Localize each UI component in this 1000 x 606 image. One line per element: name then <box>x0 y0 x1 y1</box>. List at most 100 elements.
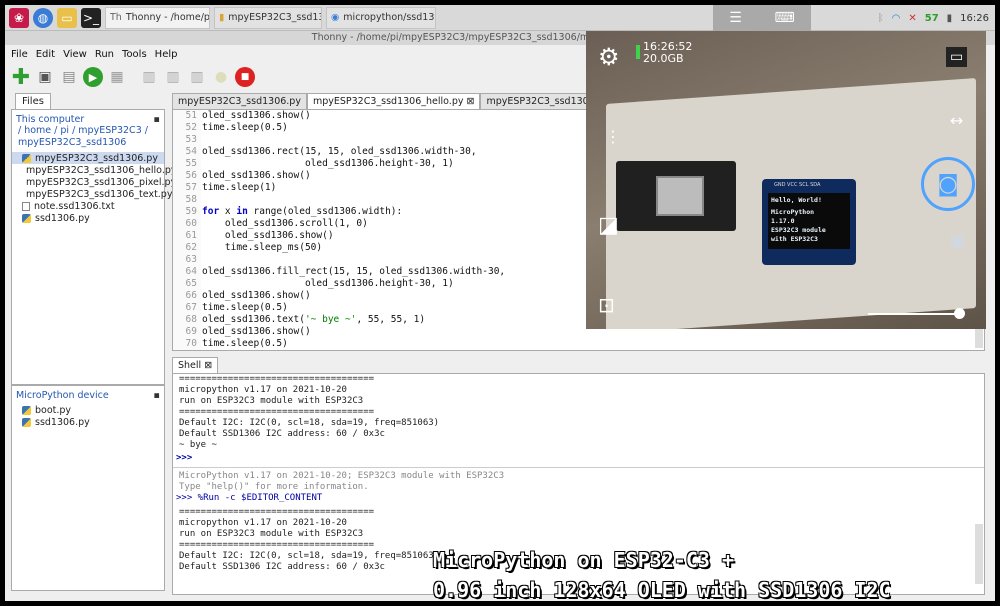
run-icon[interactable]: ▶ <box>83 67 103 87</box>
exposure-icon[interactable]: ◪ <box>598 213 619 238</box>
line-number: 61 <box>185 230 197 241</box>
step-into-icon[interactable]: ▥ <box>163 67 183 87</box>
task-folder[interactable]: ▮ mpyESP32C3_ssd13... <box>214 6 322 29</box>
path-breadcrumb-folder[interactable]: mpyESP32C3_ssd1306 <box>12 137 164 149</box>
chromium-icon: ◉ <box>331 12 340 23</box>
path-breadcrumb[interactable]: / home / pi / mpyESP32C3 / <box>12 125 164 137</box>
more-options-icon[interactable]: ⋮ <box>605 127 621 146</box>
terminal-icon[interactable]: >_ <box>81 7 101 28</box>
menu-run[interactable]: Run <box>95 49 114 60</box>
line-number: 58 <box>185 194 197 205</box>
task-label: Thonny - /home/pi/... <box>125 12 210 23</box>
panel-menu-icon[interactable]: ▪ <box>154 114 160 125</box>
line-number: 67 <box>185 302 197 313</box>
system-tray: ᛒ ◠ ✕ 57 ▮ 16:26 <box>878 5 989 31</box>
editor-tabs: mpyESP32C3_ssd1306.py mpyESP32C3_ssd1306… <box>172 93 670 109</box>
task-browser[interactable]: ◉ micropython/ssd130... <box>326 6 436 29</box>
shell-line: micropython v1.17 on 2021-10-20 <box>179 385 347 395</box>
oled-header-label: GND VCC SCL SDA <box>774 182 821 188</box>
line-number: 56 <box>185 170 197 181</box>
python-file-icon <box>22 417 31 427</box>
bluetooth-icon[interactable]: ᛒ <box>878 13 884 24</box>
caption-line: 0.96 inch 128x64 OLED with SSD1306 I2C <box>433 578 891 601</box>
device-file-item[interactable]: ssd1306.py <box>12 416 164 428</box>
video-icon[interactable]: ▣ <box>950 231 965 250</box>
file-item[interactable]: ssd1306.py <box>12 212 164 224</box>
clock[interactable]: 16:26 <box>960 13 989 24</box>
shell-prompt[interactable]: >>> <box>173 453 984 464</box>
camera-preview: GND VCC SCL SDA Hello, World! MicroPytho… <box>586 31 986 329</box>
shell-line: ==================================== <box>179 507 375 517</box>
code-line[interactable]: time.sleep(0.5) <box>202 338 982 350</box>
file-item[interactable]: mpyESP32C3_ssd1306_hello.py <box>12 164 177 176</box>
oled-module-image: GND VCC SCL SDA Hello, World! MicroPytho… <box>762 179 856 265</box>
file-item[interactable]: mpyESP32C3_ssd1306_text.py <box>12 188 172 200</box>
files-tab[interactable]: Files <box>15 93 51 109</box>
file-item[interactable]: mpyESP32C3_ssd1306_pixel.py <box>12 176 176 188</box>
device-file-item[interactable]: boot.py <box>12 404 164 416</box>
camera-icon: ◙ <box>937 171 959 197</box>
resize-horizontal-icon[interactable]: ↔ <box>950 111 963 130</box>
tab-ssd1306[interactable]: mpyESP32C3_ssd1306.py <box>172 93 307 109</box>
thonny-icon: Th <box>110 12 122 23</box>
menu-tools[interactable]: Tools <box>122 49 147 60</box>
open-file-icon[interactable]: ▣ <box>35 67 55 87</box>
new-file-icon[interactable]: ✚ <box>11 65 31 90</box>
device-header: MicroPython device ▪ <box>12 386 164 401</box>
tab-ssd1306-hello[interactable]: mpyESP32C3_ssd1306_hello.py ⊠ <box>306 93 481 109</box>
cpu-monitor-icon: ▮ <box>946 12 953 24</box>
file-name: ssd1306.py <box>35 416 90 428</box>
shell-line: Default SSD1306 I2C address: 60 / 0x3c <box>179 429 385 439</box>
shutter-button[interactable]: ◙ <box>921 157 975 211</box>
volume-muted-icon[interactable]: ✕ <box>908 13 916 24</box>
shell-divider <box>173 467 984 468</box>
this-computer-header: This computer ▪ <box>12 110 164 125</box>
menu-help[interactable]: Help <box>155 49 178 60</box>
settings-gear-icon[interactable]: ⚙ <box>598 43 620 71</box>
line-number: 53 <box>185 134 197 145</box>
line-number: 70 <box>185 338 197 349</box>
desktop: ❀ ◍ ▭ >_ Th Thonny - /home/pi/... ▮ mpyE… <box>5 5 995 601</box>
shell-tab[interactable]: Shell ⊠ <box>172 357 219 373</box>
task-thonny[interactable]: Th Thonny - /home/pi/... <box>105 6 210 29</box>
file-item[interactable]: mpyESP32C3_ssd1306.py <box>12 152 164 164</box>
save-file-icon[interactable]: ▤ <box>59 67 79 87</box>
resume-icon[interactable]: ● <box>211 67 231 87</box>
oled-line: ESP32C3 module <box>771 226 826 234</box>
wifi-icon[interactable]: ◠ <box>892 13 901 24</box>
line-number: 52 <box>185 122 197 133</box>
menu-edit[interactable]: Edit <box>36 49 55 60</box>
stop-icon[interactable]: ■ <box>235 67 255 87</box>
line-number: 65 <box>185 278 197 289</box>
caption-line: MicroPython on ESP32-C3 + <box>433 548 735 572</box>
file-item[interactable]: note.ssd1306.txt <box>12 200 164 212</box>
zoom-slider-knob[interactable] <box>954 308 965 319</box>
raspberry-menu-icon[interactable]: ❀ <box>9 7 29 28</box>
browser-icon[interactable]: ◍ <box>33 7 53 28</box>
python-file-icon <box>22 405 31 415</box>
shell-line: run on ESP32C3 module with ESP32C3 <box>179 396 364 406</box>
keyboard-icon[interactable]: ⌨ <box>774 10 794 26</box>
zoom-slider-track[interactable] <box>868 313 960 315</box>
line-number: 68 <box>185 314 197 325</box>
line-number: 64 <box>185 266 197 277</box>
esp32-module-image <box>656 176 704 216</box>
line-number: 62 <box>185 242 197 253</box>
menu-file[interactable]: File <box>11 49 28 60</box>
switch-camera-icon[interactable]: ▭ <box>946 47 968 67</box>
camera-status: 16:26:52 20.0GB <box>643 41 692 65</box>
panel-menu-icon[interactable]: ▪ <box>154 390 160 401</box>
keyboard-toggle[interactable]: ☰ ⌨ <box>713 5 811 31</box>
step-out-icon[interactable]: ▥ <box>187 67 207 87</box>
unlock-icon[interactable]: ⊡ <box>598 293 615 317</box>
shell-run-command: >>> %Run -c $EDITOR_CONTENT <box>173 493 984 504</box>
menu-view[interactable]: View <box>63 49 87 60</box>
menu-icon[interactable]: ☰ <box>729 10 742 26</box>
debug-icon[interactable]: ▦ <box>107 67 127 87</box>
step-over-icon[interactable]: ▥ <box>139 67 159 87</box>
shell-line: run on ESP32C3 module with ESP32C3 <box>179 529 364 539</box>
file-manager-icon[interactable]: ▭ <box>57 7 77 28</box>
storage-level-indicator <box>636 45 640 59</box>
shell-line: ==================================== <box>179 374 375 384</box>
files-pane: Files This computer ▪ / home / pi / mpyE… <box>11 93 177 593</box>
